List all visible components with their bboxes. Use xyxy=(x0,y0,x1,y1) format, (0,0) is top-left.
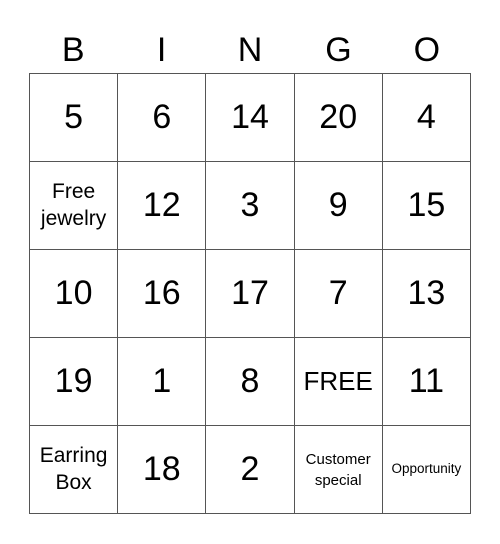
bingo-cell[interactable]: 1 xyxy=(118,338,207,426)
bingo-cell[interactable]: 15 xyxy=(382,162,471,250)
bingo-cell[interactable]: 20 xyxy=(294,74,383,162)
bingo-header: B I N G O xyxy=(29,28,471,72)
bingo-cell[interactable]: 12 xyxy=(118,162,207,250)
bingo-cell[interactable]: 7 xyxy=(294,250,383,338)
bingo-cell[interactable]: 17 xyxy=(206,250,295,338)
header-letter-o: O xyxy=(413,31,441,69)
bingo-cell[interactable]: Earring Box xyxy=(30,426,119,514)
bingo-cell[interactable]: Customer special xyxy=(294,426,383,514)
bingo-cell[interactable]: Free jewelry xyxy=(30,162,119,250)
bingo-cell[interactable]: 19 xyxy=(30,338,119,426)
bingo-grid: 5 6 14 20 4 Free jewelry 12 3 9 15 10 16… xyxy=(29,73,471,514)
bingo-cell[interactable]: 5 xyxy=(30,74,119,162)
bingo-cell[interactable]: 11 xyxy=(382,338,471,426)
bingo-cell[interactable]: 16 xyxy=(118,250,207,338)
bingo-cell[interactable]: 13 xyxy=(382,250,471,338)
free-space-cell[interactable]: FREE xyxy=(294,338,383,426)
header-letter-g: G xyxy=(325,31,352,69)
bingo-cell[interactable]: 9 xyxy=(294,162,383,250)
bingo-cell[interactable]: 3 xyxy=(206,162,295,250)
header-letter-b: B xyxy=(61,31,85,69)
bingo-cell[interactable]: 6 xyxy=(118,74,207,162)
header-letter-i: I xyxy=(156,31,167,69)
bingo-cell[interactable]: 10 xyxy=(30,250,119,338)
bingo-cell[interactable]: 14 xyxy=(206,74,295,162)
bingo-cell[interactable]: Opportunity xyxy=(382,426,471,514)
header-letter-n: N xyxy=(237,31,263,69)
bingo-cell[interactable]: 4 xyxy=(382,74,471,162)
bingo-cell[interactable]: 8 xyxy=(206,338,295,426)
bingo-cell[interactable]: 2 xyxy=(206,426,295,514)
bingo-cell[interactable]: 18 xyxy=(118,426,207,514)
